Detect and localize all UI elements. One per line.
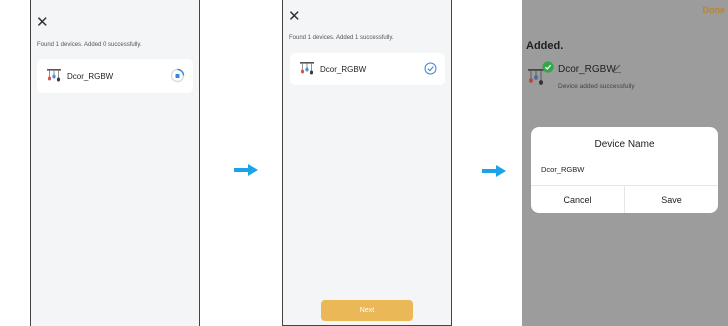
page-title: Added.	[526, 40, 564, 52]
device-status-text: Device added successfully	[558, 83, 635, 90]
next-button[interactable]: Next	[321, 300, 413, 321]
done-button[interactable]: Done	[703, 5, 726, 15]
status-text: Found 1 devices. Added 0 successfully.	[37, 42, 142, 48]
status-text: Found 1 devices. Added 1 successfully.	[289, 35, 394, 41]
device-name-input[interactable]: Dcor_RGBW	[541, 165, 584, 174]
arrow-right-icon	[482, 165, 506, 177]
loading-spinner-icon	[170, 68, 185, 83]
save-button[interactable]: Save	[624, 186, 718, 213]
device-name-dialog: Device Name Dcor_RGBW Cancel Save	[531, 127, 718, 213]
arrow-right-icon	[234, 164, 258, 176]
device-name: Dcor_RGBW	[67, 72, 114, 81]
close-icon[interactable]: ✕	[288, 9, 301, 24]
device-name: Dcor_RGBW	[558, 64, 616, 75]
dialog-title: Device Name	[594, 139, 655, 150]
light-fixture-icon	[300, 62, 314, 75]
device-name: Dcor_RGBW	[320, 65, 367, 74]
dialog-buttons: Cancel Save	[531, 185, 718, 213]
device-card[interactable]: Dcor_RGBW	[290, 53, 445, 85]
screen-searching: ✕ Found 1 devices. Added 0 successfully.…	[30, 0, 200, 326]
cancel-button[interactable]: Cancel	[531, 186, 624, 213]
close-icon[interactable]: ✕	[36, 15, 49, 30]
pencil-icon[interactable]	[612, 63, 622, 73]
screen-device-name-dialog: Done Added. Dcor_RGBW Device added succe…	[522, 0, 728, 326]
screen-added: ✕ Found 1 devices. Added 1 successfully.…	[282, 0, 452, 326]
check-badge-icon	[542, 61, 554, 73]
device-card[interactable]: Dcor_RGBW	[37, 59, 193, 93]
light-fixture-icon	[47, 69, 61, 82]
check-circle-icon	[424, 62, 437, 75]
